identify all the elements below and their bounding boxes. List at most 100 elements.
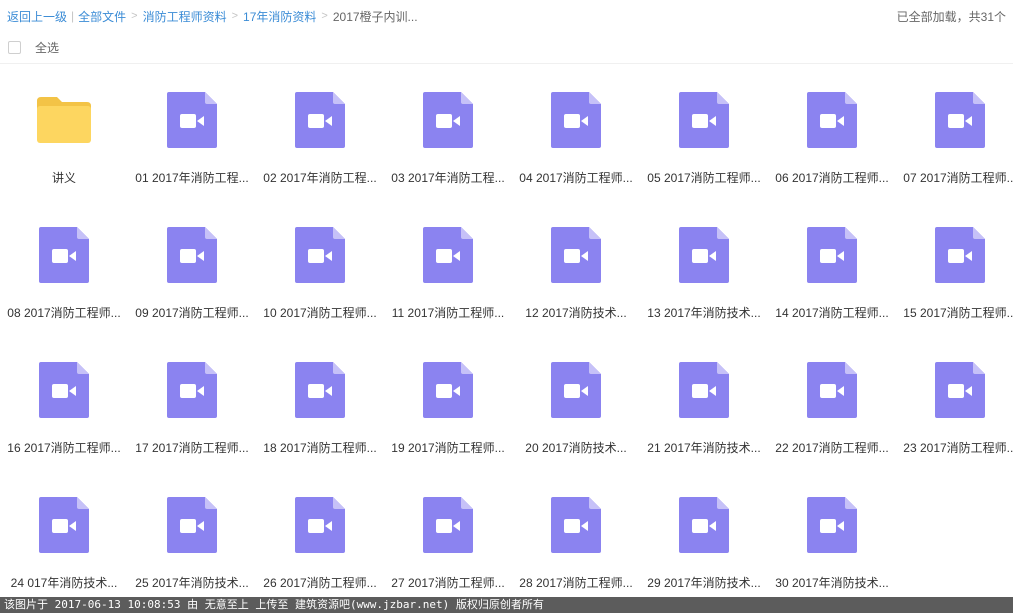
- video-file-icon: [546, 225, 606, 284]
- file-name: 18 2017消防工程师...: [263, 441, 377, 456]
- video-file-icon: [290, 495, 350, 554]
- video-file-icon: [418, 90, 478, 149]
- file-name: 13 2017年消防技术...: [647, 306, 761, 321]
- file-item[interactable]: 28 2017消防工程师...: [512, 471, 640, 591]
- video-file-icon: [418, 360, 478, 419]
- video-file-icon: [34, 360, 94, 419]
- video-file-icon: [802, 495, 862, 554]
- file-item[interactable]: 02 2017年消防工程...: [256, 66, 384, 186]
- chevron-right-icon: >: [231, 10, 239, 22]
- video-file-icon: [290, 225, 350, 284]
- file-name: 07 2017消防工程师...: [903, 171, 1013, 186]
- file-item[interactable]: 16 2017消防工程师...: [0, 336, 128, 456]
- watermark-bar: 该图片于 2017-06-13 10:08:53 由 无意至上 上传至 建筑资源…: [0, 597, 1013, 613]
- file-item[interactable]: 13 2017年消防技术...: [640, 201, 768, 321]
- video-file-icon: [162, 90, 222, 149]
- file-item[interactable]: 26 2017消防工程师...: [256, 471, 384, 591]
- file-name: 16 2017消防工程师...: [7, 441, 121, 456]
- file-name: 14 2017消防工程师...: [775, 306, 889, 321]
- file-name: 01 2017年消防工程...: [135, 171, 249, 186]
- video-file-icon: [34, 225, 94, 284]
- folder-item[interactable]: 讲义: [0, 66, 128, 186]
- breadcrumb-item-17-fire[interactable]: 17年消防资料: [243, 8, 316, 25]
- file-item[interactable]: 06 2017消防工程师...: [768, 66, 896, 186]
- video-file-icon: [418, 495, 478, 554]
- video-file-icon: [674, 360, 734, 419]
- file-name: 03 2017年消防工程...: [391, 171, 505, 186]
- video-file-icon: [418, 225, 478, 284]
- video-file-icon: [674, 90, 734, 149]
- video-file-icon: [802, 360, 862, 419]
- file-name: 20 2017消防技术...: [525, 441, 627, 456]
- breadcrumb-current: 2017橙子内训...: [332, 9, 418, 24]
- select-all-checkbox[interactable]: [8, 41, 21, 54]
- file-item[interactable]: 11 2017消防工程师...: [384, 201, 512, 321]
- file-item[interactable]: 12 2017消防技术...: [512, 201, 640, 321]
- file-name: 讲义: [51, 171, 76, 186]
- file-item[interactable]: 22 2017消防工程师...: [768, 336, 896, 456]
- file-item[interactable]: 19 2017消防工程师...: [384, 336, 512, 456]
- file-grid: 讲义 01 2017年消防工程... 02 2017年消防工程... 03 2017年…: [0, 66, 1013, 596]
- back-link[interactable]: 返回上一级: [7, 8, 67, 25]
- file-name: 23 2017消防工程师...: [903, 441, 1013, 456]
- video-file-icon: [162, 495, 222, 554]
- file-name: 25 2017年消防技术...: [135, 576, 249, 591]
- video-file-icon: [802, 90, 862, 149]
- file-name: 11 2017消防工程师...: [391, 306, 505, 321]
- file-item[interactable]: 07 2017消防工程师...: [896, 66, 1013, 186]
- file-item[interactable]: 23 2017消防工程师...: [896, 336, 1013, 456]
- video-file-icon: [930, 360, 990, 419]
- video-file-icon: [290, 90, 350, 149]
- video-file-icon: [802, 225, 862, 284]
- video-file-icon: [546, 495, 606, 554]
- video-file-icon: [162, 225, 222, 284]
- file-item[interactable]: 21 2017年消防技术...: [640, 336, 768, 456]
- file-name: 15 2017消防工程师...: [903, 306, 1013, 321]
- file-name: 17 2017消防工程师...: [135, 441, 249, 456]
- file-name: 21 2017年消防技术...: [647, 441, 761, 456]
- file-item[interactable]: 17 2017消防工程师...: [128, 336, 256, 456]
- file-item[interactable]: 25 2017年消防技术...: [128, 471, 256, 591]
- file-item[interactable]: 27 2017消防工程师...: [384, 471, 512, 591]
- file-name: 10 2017消防工程师...: [263, 306, 377, 321]
- video-file-icon: [674, 225, 734, 284]
- file-name: 24 017年消防技术...: [10, 576, 118, 591]
- file-name: 19 2017消防工程师...: [391, 441, 505, 456]
- file-item[interactable]: 18 2017消防工程师...: [256, 336, 384, 456]
- file-item[interactable]: 29 2017年消防技术...: [640, 471, 768, 591]
- file-item[interactable]: 10 2017消防工程师...: [256, 201, 384, 321]
- video-file-icon: [162, 360, 222, 419]
- file-item[interactable]: 30 2017年消防技术...: [768, 471, 896, 591]
- file-item[interactable]: 20 2017消防技术...: [512, 336, 640, 456]
- file-item[interactable]: 15 2017消防工程师...: [896, 201, 1013, 321]
- file-name: 09 2017消防工程师...: [135, 306, 249, 321]
- file-name: 22 2017消防工程师...: [775, 441, 889, 456]
- chevron-right-icon: >: [131, 10, 138, 22]
- file-item[interactable]: 04 2017消防工程师...: [512, 66, 640, 186]
- loaded-count-status: 已全部加载，共31个: [896, 9, 1006, 24]
- select-all-label[interactable]: 全选: [35, 39, 59, 56]
- folder-icon: [34, 90, 94, 149]
- file-item[interactable]: 09 2017消防工程师...: [128, 201, 256, 321]
- video-file-icon: [546, 90, 606, 149]
- file-name: 26 2017消防工程师...: [263, 576, 377, 591]
- watermark-text: 该图片于 2017-06-13 10:08:53 由 无意至上 上传至 建筑资源…: [4, 598, 544, 611]
- file-item[interactable]: 05 2017消防工程师...: [640, 66, 768, 186]
- video-file-icon: [930, 225, 990, 284]
- file-item[interactable]: 14 2017消防工程师...: [768, 201, 896, 321]
- file-item[interactable]: 03 2017年消防工程...: [384, 66, 512, 186]
- file-name: 12 2017消防技术...: [525, 306, 627, 321]
- video-file-icon: [290, 360, 350, 419]
- file-name: 06 2017消防工程师...: [775, 171, 889, 186]
- breadcrumb: 返回上一级 | 全部文件 > 消防工程师资料 > 17年消防资料 > 2017橙…: [7, 8, 418, 25]
- file-name: 27 2017消防工程师...: [391, 576, 505, 591]
- file-name: 04 2017消防工程师...: [519, 171, 633, 186]
- breadcrumb-item-all-files[interactable]: 全部文件: [78, 8, 126, 25]
- file-name: 08 2017消防工程师...: [7, 306, 121, 321]
- file-item[interactable]: 08 2017消防工程师...: [0, 201, 128, 321]
- select-all-row: 全选: [0, 32, 1013, 64]
- video-file-icon: [34, 495, 94, 554]
- file-item[interactable]: 24 017年消防技术...: [0, 471, 128, 591]
- breadcrumb-item-fire-engineer[interactable]: 消防工程师资料: [143, 8, 227, 25]
- file-item[interactable]: 01 2017年消防工程...: [128, 66, 256, 186]
